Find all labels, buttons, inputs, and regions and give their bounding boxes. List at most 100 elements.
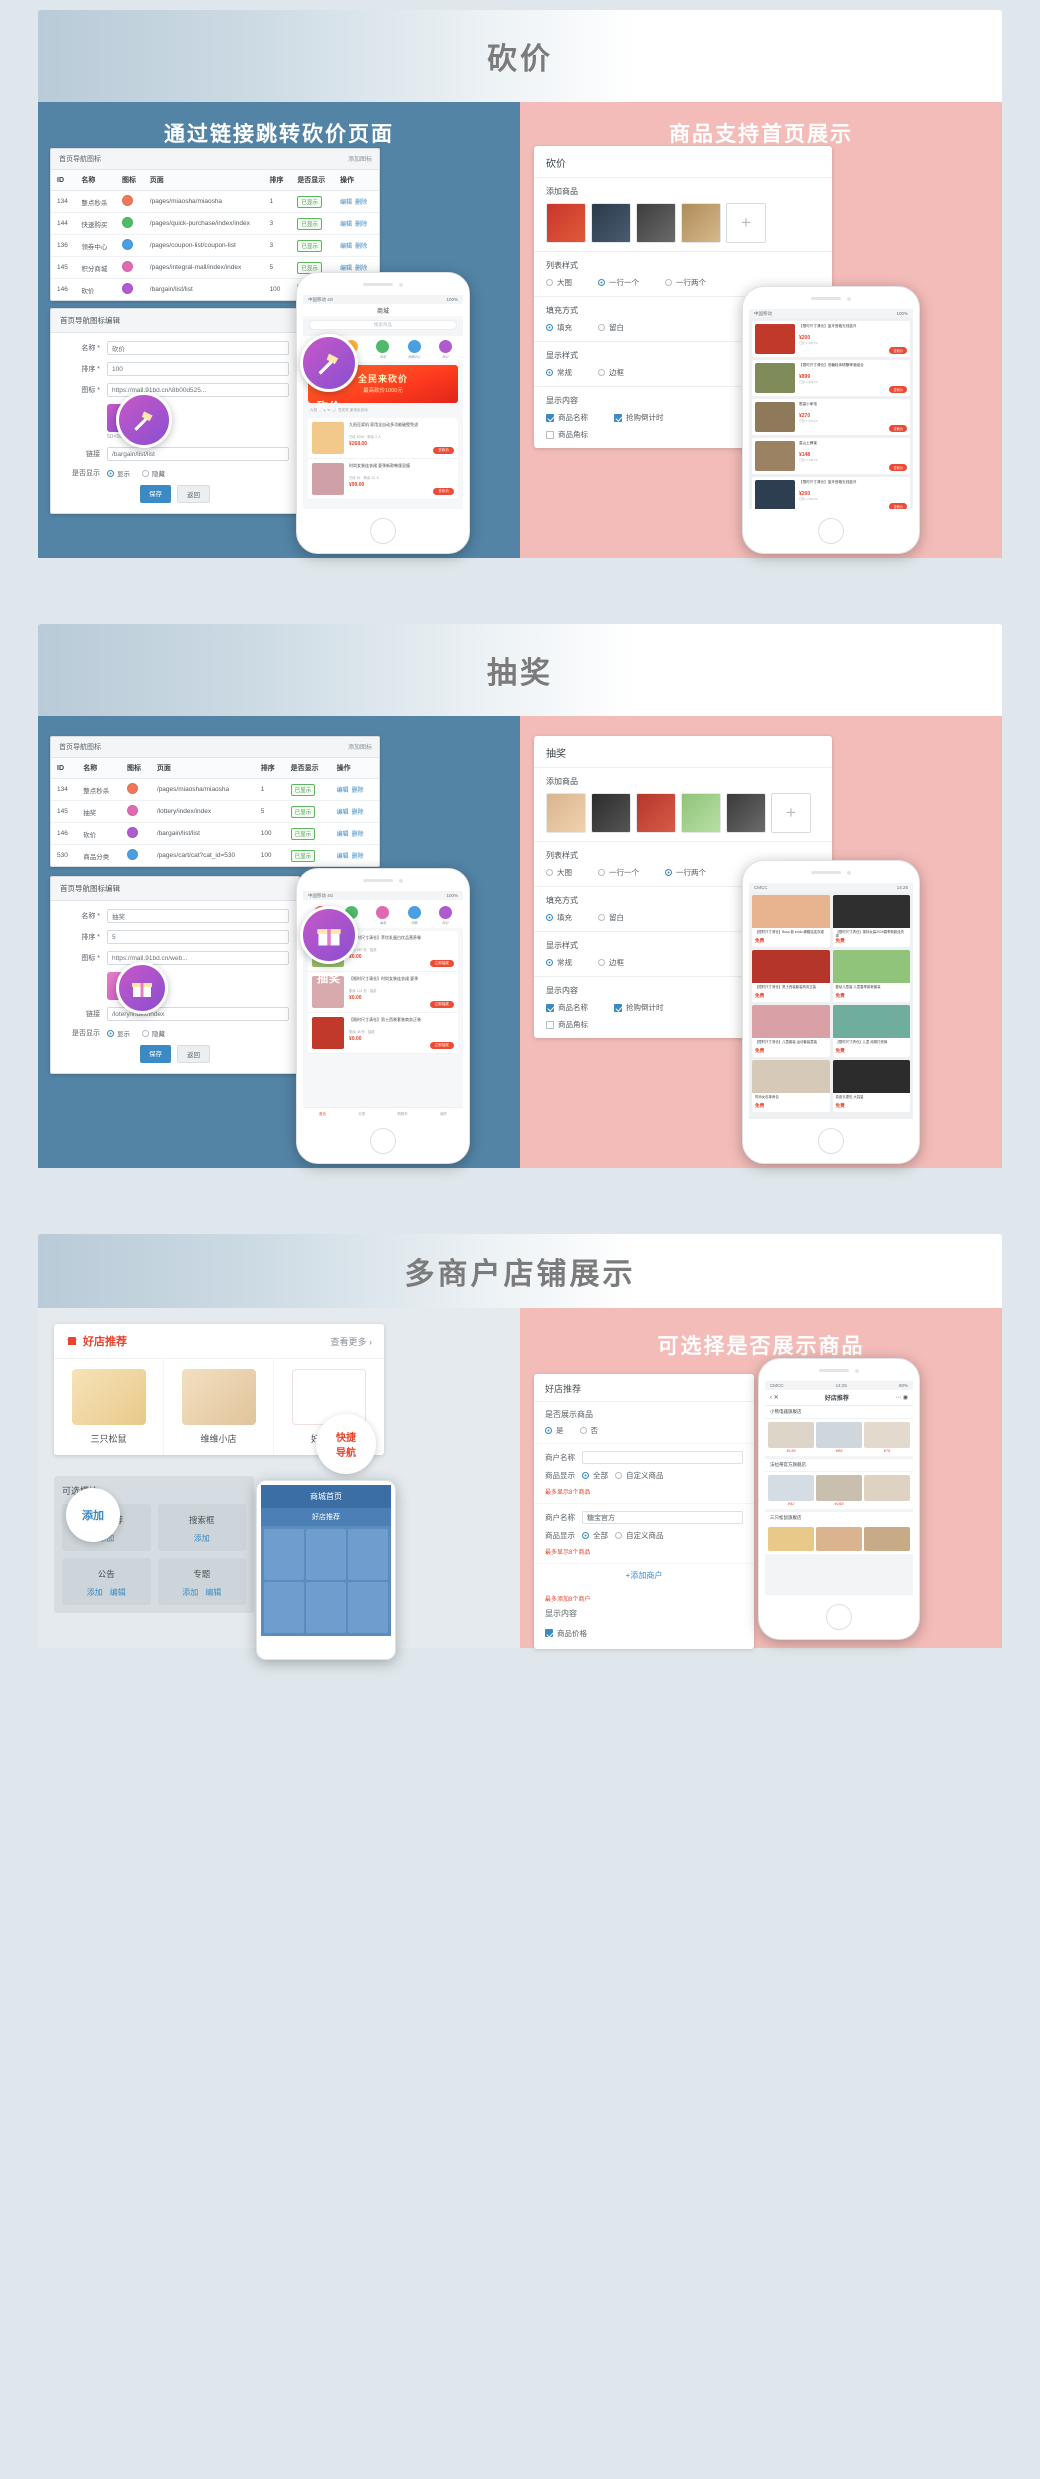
radio-yes[interactable]: 是 <box>545 1425 564 1436</box>
edit-link[interactable]: 编辑 <box>205 1587 221 1598</box>
table-row[interactable]: 136 领券中心 /pages/coupon-list/coupon-list … <box>51 234 379 257</box>
list-item[interactable] <box>864 1527 910 1551</box>
nav-item-coupon[interactable]: 领券中心 <box>407 340 421 359</box>
product-thumb[interactable] <box>591 793 631 833</box>
tab-category[interactable]: 分类 <box>358 1111 365 1116</box>
radio-border[interactable]: 边框 <box>598 367 624 378</box>
list-item[interactable]: 【限时尺寸清仓】低糖轻体精酿啤酒组合 ¥899 已砍 ¥ 899.00 去砍价 <box>752 360 910 396</box>
delete-link[interactable]: 删除 <box>355 244 367 250</box>
radio-two-per-row[interactable]: 一行两个 <box>665 277 706 288</box>
bargain-button[interactable]: 去砍价 <box>889 503 907 509</box>
table-row[interactable]: 145 抽奖 /lottery/index/index 5 已显示 编辑 删除 <box>51 800 379 823</box>
home-button[interactable] <box>818 1128 844 1154</box>
product-thumb[interactable] <box>636 203 676 243</box>
table-row[interactable]: 144 快速购买 /pages/quick-purchase/index/ind… <box>51 212 379 235</box>
product-thumb[interactable] <box>681 203 721 243</box>
merchant-name-input[interactable] <box>582 1451 743 1464</box>
product-thumb[interactable] <box>726 793 766 833</box>
list-item[interactable]: ¥92 <box>768 1475 814 1506</box>
shop-cell[interactable]: 三只松鼠 <box>54 1359 164 1455</box>
list-item[interactable]: 【限时尺寸清仓】男士西装套装商务正装 剩余 48 份 · 抽奖 ¥0.00 立即… <box>308 1013 458 1054</box>
list-item[interactable] <box>864 1475 910 1506</box>
list-item[interactable]: 【限时尺寸清仓】男士西装套装商务正装 免费 <box>752 950 830 1002</box>
radio-big-image[interactable]: 大图 <box>546 277 572 288</box>
table-row[interactable]: 134 整点秒杀 /pages/miaosha/miaosha 1 已显示 编辑… <box>51 778 379 801</box>
module-cell[interactable]: 专题 添加 编辑 <box>157 1558 246 1605</box>
radio-blank[interactable]: 留白 <box>598 912 624 923</box>
list-item[interactable]: 九阳豆浆机 家用全自动多功能破壁免滤 已砍 ¥200 · 剩余 3 人 ¥268… <box>308 418 458 459</box>
radio-two-per-row[interactable]: 一行两个 <box>665 867 706 878</box>
table-row[interactable]: 146 砍价 /bargain/list/list 100 已显示 编辑删除 <box>51 822 379 845</box>
product-thumb[interactable] <box>681 793 721 833</box>
edit-link[interactable]: 编辑 <box>340 244 352 250</box>
list-item[interactable]: ¥76 <box>864 1422 910 1453</box>
bargain-button[interactable]: 去砍价 <box>889 425 907 432</box>
list-item[interactable]: 【限时尺寸清仓】儿童套装 运动套装童装 免费 <box>752 1005 830 1057</box>
save-button[interactable]: 保存 <box>140 485 171 503</box>
list-item[interactable]: 【限时尺寸清仓】儿童 纯棉打底裤 免费 <box>832 1005 910 1057</box>
module-cell[interactable]: 搜索框 添加 <box>157 1504 246 1551</box>
checkbox-countdown[interactable]: 抢购倒计时 <box>614 1002 664 1013</box>
radio-one-per-row[interactable]: 一行一个 <box>598 867 639 878</box>
list-item[interactable]: ¥168 <box>816 1475 862 1506</box>
checkbox-product-name[interactable]: 商品名称 <box>546 1002 588 1013</box>
admin-card-hint[interactable]: 添加图标 <box>348 742 372 751</box>
input-link[interactable]: /bargain/list/list <box>107 447 289 461</box>
list-item[interactable]: 【限时尺寸清仓】蓝牙音箱无线蓝牙 ¥200 已砍 ¥ 200.00 去砍价 <box>752 477 910 509</box>
edit-link[interactable]: 编辑 <box>340 222 352 228</box>
add-link[interactable]: 添加 <box>182 1587 198 1598</box>
table-row[interactable]: 530 商品分类 /pages/cart/cat?cat_id=530 100 … <box>51 845 379 867</box>
bargain-button[interactable]: 去砍价 <box>433 488 454 495</box>
radio-fill[interactable]: 填充 <box>546 912 572 923</box>
back-button[interactable]: 返回 <box>177 1045 210 1063</box>
radio-show[interactable]: 显示 <box>107 1028 130 1038</box>
bargain-button[interactable]: 去砍价 <box>889 347 907 354</box>
back-icon[interactable]: ‹ ✕ <box>770 1394 779 1401</box>
edit-link[interactable]: 编辑 <box>337 854 349 860</box>
radio-blank[interactable]: 留白 <box>598 322 624 333</box>
radio-normal[interactable]: 常规 <box>546 957 572 968</box>
home-button[interactable] <box>370 518 396 544</box>
product-thumb[interactable] <box>591 203 631 243</box>
radio-custom[interactable]: 自定义商品 <box>615 1530 664 1541</box>
edit-link[interactable]: 编辑 <box>337 788 349 794</box>
home-button[interactable] <box>818 518 844 544</box>
tab-home[interactable]: 首页 <box>319 1111 326 1116</box>
radio-show[interactable]: 显示 <box>107 468 130 478</box>
lottery-button[interactable]: 立即抽奖 <box>429 1042 454 1049</box>
list-item[interactable]: 【限时尺寸清仓】莱特女装2019春季新款连衣裙 免费 <box>832 895 910 947</box>
nav-item-coupon[interactable]: 领券 <box>407 906 421 925</box>
delete-link[interactable]: 删除 <box>355 222 367 228</box>
tab-mine[interactable]: 我的 <box>440 1111 447 1116</box>
product-thumb[interactable] <box>636 793 676 833</box>
list-item[interactable]: 高山土蜂蜜 ¥148 已砍 ¥ 148.00 去砍价 <box>752 438 910 474</box>
radio-all[interactable]: 全部 <box>582 1530 608 1541</box>
product-thumb[interactable] <box>546 203 586 243</box>
checkbox-product-price[interactable]: 商品价格 <box>545 1628 587 1639</box>
add-link[interactable]: 添加 <box>194 1533 210 1544</box>
radio-normal[interactable]: 常规 <box>546 367 572 378</box>
nav-item-lottery[interactable]: 抽奖 <box>376 906 390 925</box>
list-item[interactable]: 真皮手提包 大容量 免费 <box>832 1060 910 1112</box>
radio-hide[interactable]: 隐藏 <box>142 468 165 478</box>
delete-link[interactable]: 删除 <box>352 854 364 860</box>
home-button[interactable] <box>826 1604 852 1630</box>
checkbox-product-name[interactable]: 商品名称 <box>546 412 588 423</box>
edit-link[interactable]: 编辑 <box>337 832 349 838</box>
save-button[interactable]: 保存 <box>140 1045 171 1063</box>
delete-link[interactable]: 删除 <box>352 832 364 838</box>
input-name[interactable]: 抽奖 <box>107 909 289 923</box>
search-input[interactable]: 搜索商品 <box>309 320 457 330</box>
nav-item-bargain[interactable]: 砍价 <box>438 340 452 359</box>
edit-link[interactable]: 编辑 <box>337 810 349 816</box>
delete-link[interactable]: 删除 <box>355 200 367 206</box>
radio-hide[interactable]: 隐藏 <box>142 1028 165 1038</box>
input-name[interactable]: 砍价 <box>107 341 289 355</box>
list-item[interactable]: 婴幼儿童装 儿童春季新款套装 免费 <box>832 950 910 1002</box>
radio-one-per-row[interactable]: 一行一个 <box>598 277 639 288</box>
add-product-button[interactable]: + <box>726 203 766 243</box>
add-link[interactable]: 添加 <box>87 1587 103 1598</box>
list-item[interactable]: 时尚女装连衣裙 夏季新款韩版显瘦 已砍 ¥1 · 剩余 12 人 ¥99.00 … <box>308 459 458 500</box>
list-item[interactable] <box>816 1527 862 1551</box>
merchant-name-input[interactable]: 糖宝官方 <box>582 1511 743 1524</box>
